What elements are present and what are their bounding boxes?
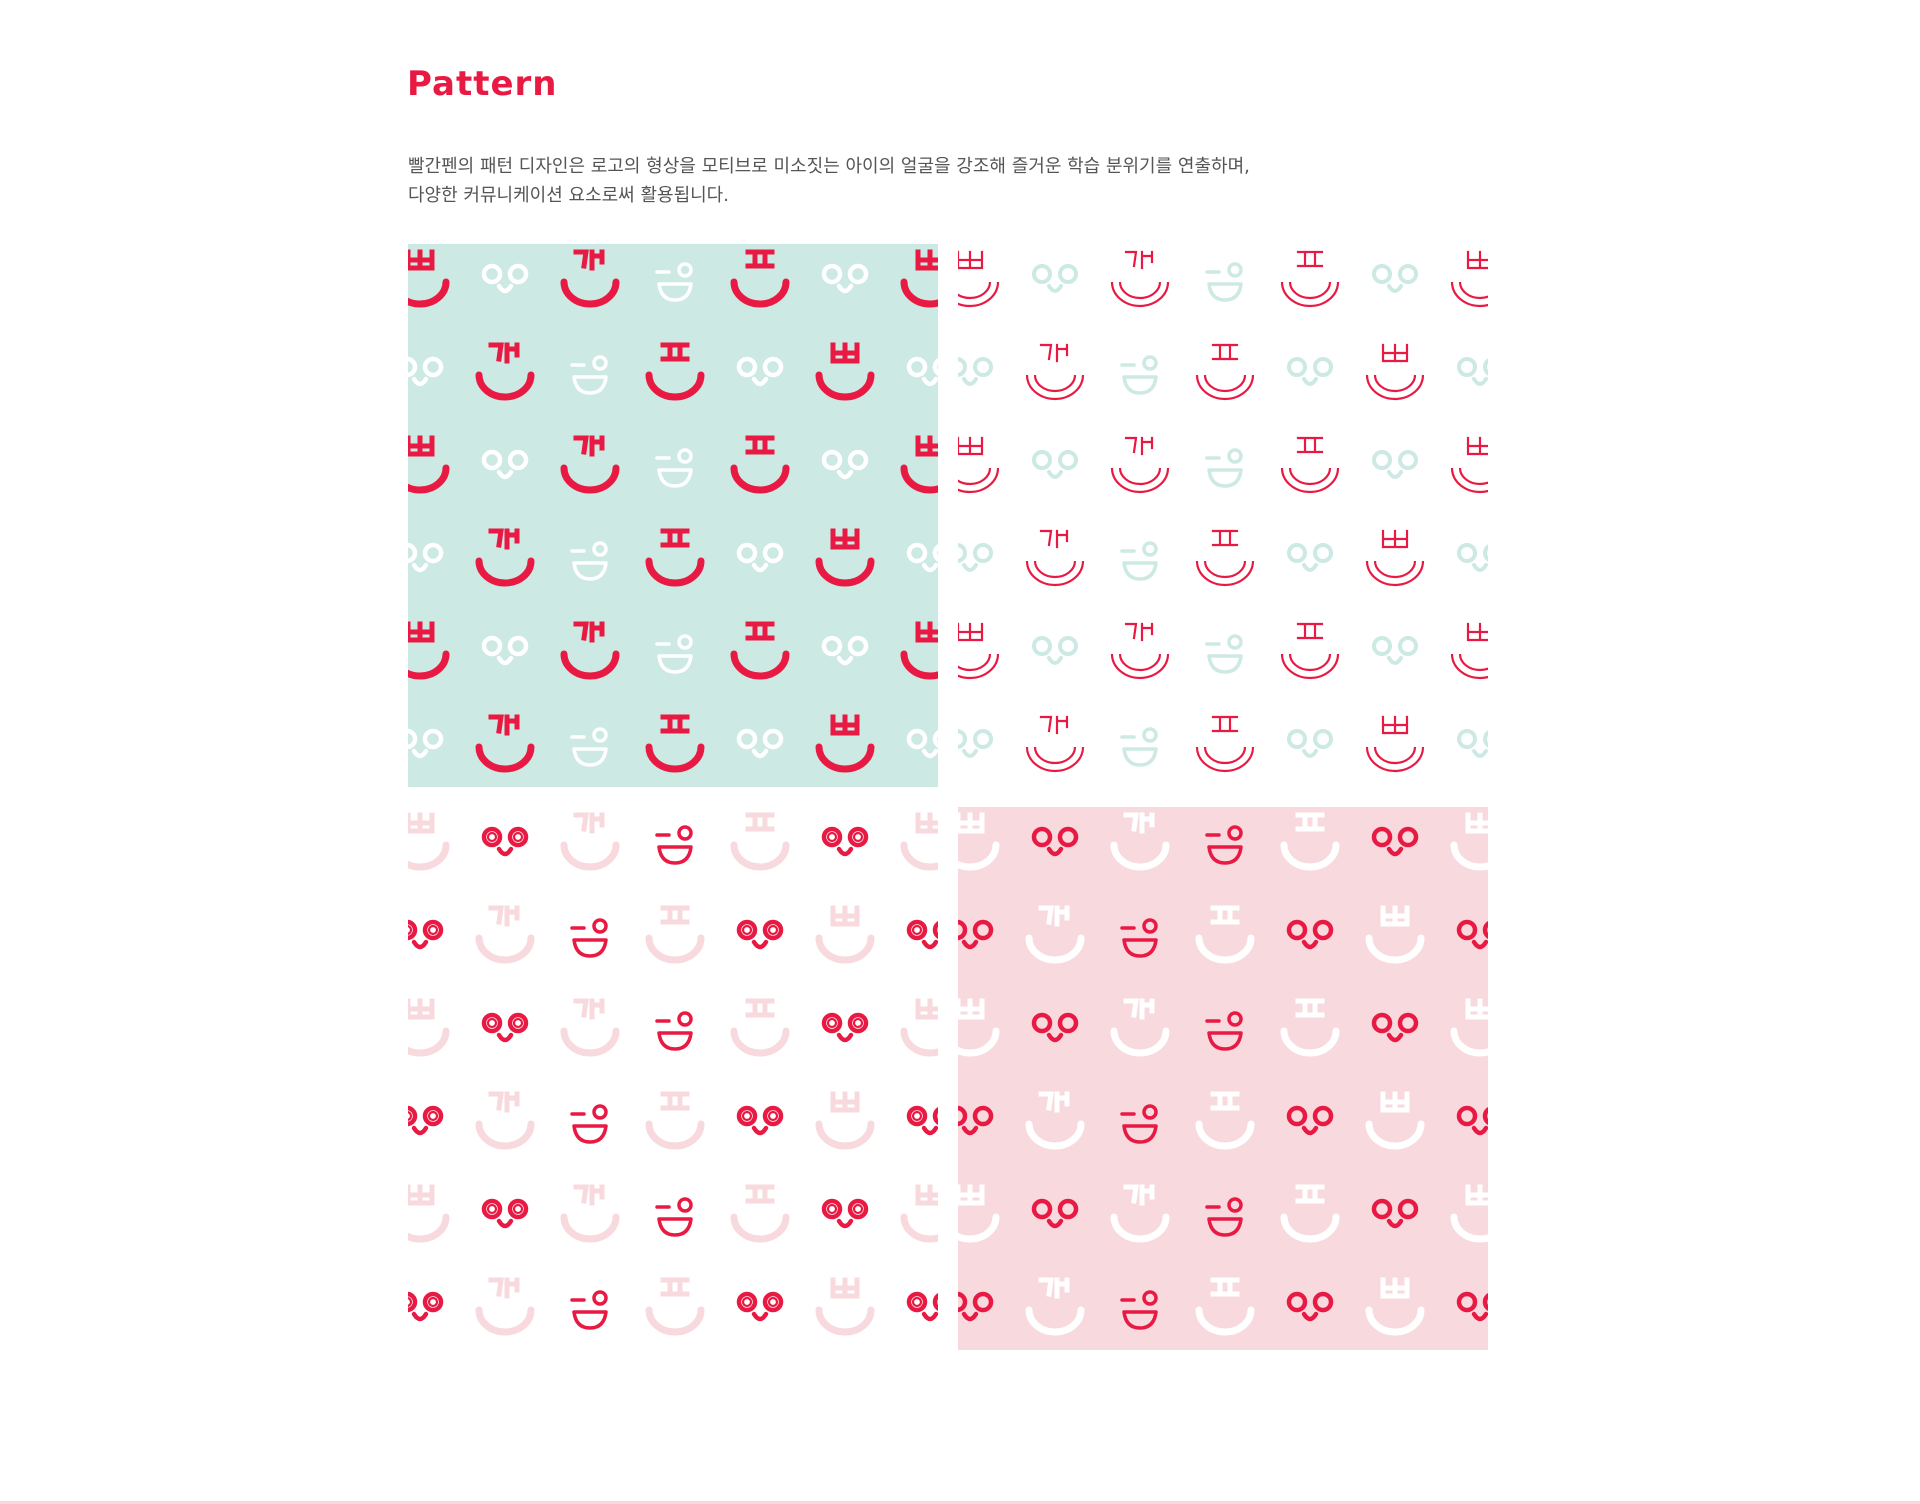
section-title: Pattern [407,64,558,104]
section-description: 빨간펜의 패턴 디자인은 로고의 형상을 모티브로 미소짓는 아이의 얼굴을 강… [408,152,1408,210]
pattern-svg-2 [958,244,1488,787]
pattern-panel-white-outline [958,244,1488,787]
pattern-svg-3 [408,807,938,1350]
pattern-panel-pink [958,807,1488,1350]
pattern-svg-4 [958,807,1488,1350]
pattern-panel-white-pink [408,807,938,1350]
pattern-page: Pattern 빨간펜의 패턴 디자인은 로고의 형상을 모티브로 미소짓는 아… [0,0,1920,1504]
description-line-1: 빨간펜의 패턴 디자인은 로고의 형상을 모티브로 미소짓는 아이의 얼굴을 강… [408,156,1250,177]
pattern-svg-1 [408,244,938,787]
description-line-2: 다양한 커뮤니케이션 요소로써 활용됩니다. [408,185,729,206]
pattern-panel-mint [408,244,938,787]
